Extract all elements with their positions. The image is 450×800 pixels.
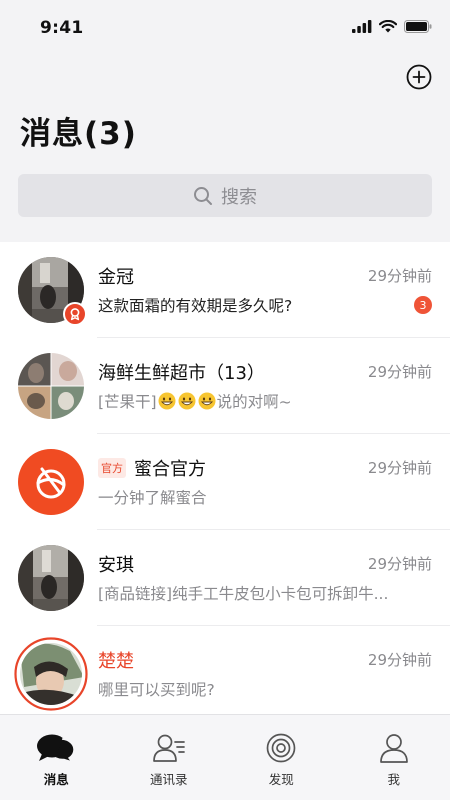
page-title: 消息(3) bbox=[20, 116, 137, 152]
tab-discover[interactable]: 发现 bbox=[225, 715, 338, 800]
contact-name-row: 官方 蜜合官方 bbox=[98, 455, 206, 481]
search-placeholder: 搜索 bbox=[221, 186, 257, 208]
messages-screen: 9:41 消息(3) 搜索 金冠 29分钟前 这款面霜的有效期是多久呢? 3 海… bbox=[0, 0, 450, 800]
conversation-item[interactable]: 官方 蜜合官方 29分钟前 一分钟了解蜜合 bbox=[0, 434, 450, 530]
message-time: 29分钟前 bbox=[367, 651, 432, 669]
conversation-item[interactable]: 安琪 29分钟前 [商品链接]纯手工牛皮包小卡包可拆卸牛... bbox=[0, 530, 450, 626]
mihe-logo-avatar bbox=[18, 449, 84, 515]
chat-bubbles-icon bbox=[37, 734, 75, 763]
contact-name: 楚楚 bbox=[98, 651, 134, 672]
tab-label: 我 bbox=[387, 772, 400, 787]
tab-label: 通讯录 bbox=[149, 772, 188, 787]
message-time: 29分钟前 bbox=[367, 555, 432, 573]
tab-bar: 消息 通讯录 发现 我 bbox=[0, 714, 450, 800]
group-name: 海鲜生鲜超市（13） bbox=[98, 363, 265, 384]
avatar bbox=[14, 637, 88, 711]
message-preview: 一分钟了解蜜合 bbox=[98, 489, 207, 507]
group-avatar bbox=[18, 353, 84, 419]
wifi-icon bbox=[379, 20, 397, 33]
conversation-list: 金冠 29分钟前 这款面霜的有效期是多久呢? 3 海鲜生鲜超市（13） 29分钟… bbox=[0, 242, 450, 714]
battery-icon bbox=[404, 20, 432, 33]
profile-icon bbox=[379, 734, 408, 763]
tab-profile[interactable]: 我 bbox=[338, 715, 450, 800]
contact-name: 安琪 bbox=[98, 555, 134, 576]
search-icon bbox=[194, 186, 212, 205]
tab-label: 发现 bbox=[268, 772, 294, 787]
message-time: 29分钟前 bbox=[367, 459, 432, 477]
preview-prefix: [芒果干] bbox=[98, 393, 157, 411]
award-badge-icon bbox=[63, 302, 87, 326]
unread-badge: 3 bbox=[414, 296, 432, 314]
discover-icon bbox=[266, 733, 296, 763]
preview-suffix: 说的对啊~ bbox=[216, 393, 292, 411]
message-preview: [芒果干] 说的对啊~ bbox=[98, 390, 292, 412]
tab-label: 消息 bbox=[43, 772, 69, 787]
signal-icon bbox=[352, 20, 372, 33]
avatar bbox=[18, 545, 84, 611]
tab-contacts[interactable]: 通讯录 bbox=[113, 715, 226, 800]
search-input[interactable]: 搜索 bbox=[18, 174, 432, 217]
status-icons bbox=[352, 20, 432, 33]
conversation-item[interactable]: 楚楚 29分钟前 哪里可以买到呢? bbox=[0, 626, 450, 714]
add-button[interactable] bbox=[406, 64, 432, 90]
message-preview: 哪里可以买到呢? bbox=[98, 681, 215, 699]
message-preview: 这款面霜的有效期是多久呢? bbox=[98, 297, 293, 315]
conversation-item[interactable]: 金冠 29分钟前 这款面霜的有效期是多久呢? 3 bbox=[0, 242, 450, 338]
message-time: 29分钟前 bbox=[367, 267, 432, 285]
contact-name: 蜜合官方 bbox=[134, 459, 206, 480]
grinning-emoji bbox=[198, 392, 216, 410]
contact-name: 金冠 bbox=[98, 267, 134, 288]
conversation-item[interactable]: 海鲜生鲜超市（13） 29分钟前 [芒果干] 说的对啊~ bbox=[0, 338, 450, 434]
contacts-icon bbox=[152, 734, 185, 762]
official-tag: 官方 bbox=[98, 458, 126, 478]
message-time: 29分钟前 bbox=[367, 363, 432, 381]
status-time: 9:41 bbox=[40, 18, 84, 38]
tab-messages[interactable]: 消息 bbox=[0, 715, 113, 800]
status-bar: 9:41 bbox=[0, 0, 450, 56]
grinning-emoji bbox=[178, 392, 196, 410]
message-preview: [商品链接]纯手工牛皮包小卡包可拆卸牛... bbox=[98, 585, 389, 603]
grinning-emoji bbox=[158, 392, 176, 410]
